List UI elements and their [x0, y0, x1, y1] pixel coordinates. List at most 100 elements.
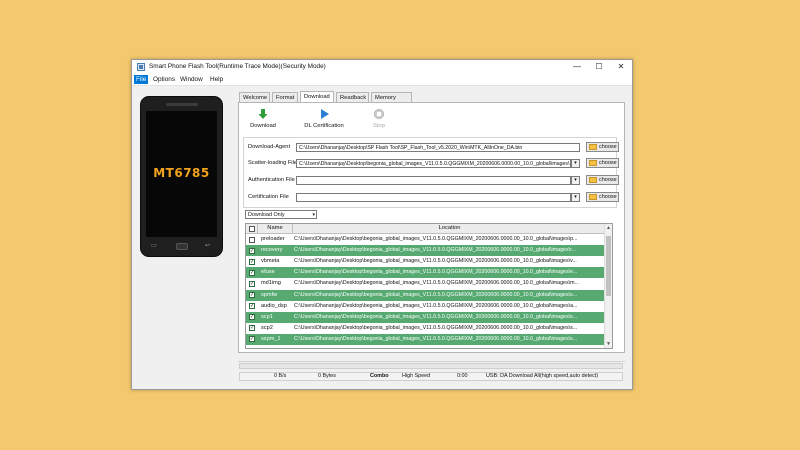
menu-window[interactable]: Window — [178, 75, 205, 84]
select-all-checkbox[interactable] — [249, 225, 255, 232]
phone-buttons: ▭ ↩ — [151, 243, 213, 250]
play-icon — [321, 109, 329, 119]
partition-name: recovery — [261, 247, 283, 254]
phone-menu-icon: ▭ — [151, 243, 157, 249]
certification-choose-button[interactable]: choose — [586, 192, 619, 202]
row-checkbox[interactable] — [249, 236, 255, 243]
certification-file-label: Certification File — [248, 194, 289, 200]
partition-location: C:\Users\Dhananjay\Desktop\begonia_globa… — [294, 236, 578, 242]
partition-location: C:\Users\Dhananjay\Desktop\begonia_globa… — [294, 313, 578, 320]
tab-download[interactable]: Download — [300, 91, 334, 102]
partition-location: C:\Users\Dhananjay\Desktop\begonia_globa… — [294, 324, 578, 331]
scrollbar-thumb[interactable] — [606, 236, 611, 296]
scatter-choose-button[interactable]: choose — [586, 158, 619, 168]
table-row[interactable]: ✓ spmfw C:\Users\Dhananjay\Desktop\begonia… — [246, 289, 606, 301]
scroll-up-icon[interactable]: ▲ — [605, 225, 612, 231]
phone-back-icon: ↩ — [205, 243, 211, 249]
minimize-button[interactable]: — — [566, 60, 588, 74]
close-button[interactable]: ✕ — [610, 60, 632, 74]
select-all-checkbox-header[interactable] — [246, 224, 258, 233]
row-checkbox[interactable]: ✓ — [249, 325, 255, 332]
row-checkbox[interactable]: ✓ — [249, 303, 255, 310]
tab-readback[interactable]: Readback — [336, 92, 369, 102]
row-checkbox[interactable]: ✓ — [249, 247, 255, 254]
chevron-down-icon: ▾ — [312, 212, 315, 218]
table-scrollbar[interactable]: ▲ ▼ — [604, 224, 612, 348]
tab-memory-test[interactable]: Memory Test — [371, 92, 412, 111]
scatter-file-label: Scatter-loading File — [248, 160, 297, 166]
menu-bar: File Options Window Help — [132, 74, 632, 86]
certification-file-field[interactable] — [296, 193, 571, 202]
folder-icon — [589, 176, 597, 183]
partition-name: audio_dsp — [261, 302, 287, 309]
column-name[interactable]: Name — [258, 224, 293, 233]
row-checkbox[interactable]: ✓ — [249, 280, 255, 287]
choose-label: choose — [599, 194, 617, 200]
status-time: 0:00 — [457, 373, 468, 379]
row-checkbox[interactable]: ✓ — [249, 336, 255, 343]
partition-location: C:\Users\Dhananjay\Desktop\begonia_globa… — [294, 247, 576, 254]
download-panel: Download DL Certification Stop Download-… — [238, 102, 625, 353]
row-checkbox[interactable]: ✓ — [249, 314, 255, 321]
checkmark-icon: ✓ — [250, 336, 255, 343]
table-row[interactable]: ✓ vbmeta C:\Users\Dhananjay\Desktop\begoni… — [246, 256, 606, 267]
checkmark-icon: ✓ — [250, 292, 255, 298]
row-checkbox[interactable]: ✓ — [249, 292, 255, 298]
table-row[interactable]: ✓ scp1 C:\Users\Dhananjay\Desktop\begonia_… — [246, 311, 606, 323]
download-button[interactable]: Download — [244, 107, 282, 129]
authentication-file-field[interactable] — [296, 176, 571, 185]
tab-format[interactable]: Format — [272, 92, 298, 102]
menu-file[interactable]: File — [134, 75, 149, 84]
partition-name: sspm_1 — [261, 335, 281, 342]
partition-name: vbmeta — [261, 258, 280, 265]
download-label: Download — [250, 123, 276, 129]
table-row[interactable]: ✓ efuse C:\Users\Dhananjay\Desktop\begonia… — [246, 267, 606, 279]
authentication-dropdown-arrow[interactable]: ▾ — [571, 176, 580, 185]
authentication-choose-button[interactable]: choose — [586, 175, 619, 185]
certification-dropdown-arrow[interactable]: ▾ — [571, 193, 580, 202]
folder-icon — [589, 143, 597, 150]
choose-label: choose — [599, 144, 617, 150]
file-selection-group: Download-Agent C:\Users\Dhananjay\Deskto… — [243, 137, 619, 208]
table-row[interactable]: ✓ audio_dsp C:\Users\Dhananjay\Desktop\beg… — [246, 301, 606, 312]
download-mode-value: Download Only — [248, 212, 285, 218]
status-speed: 0 B/s — [274, 373, 287, 379]
scroll-down-icon[interactable]: ▼ — [605, 341, 612, 347]
table-row[interactable]: ✓ md1img C:\Users\Dhananjay\Desktop\begoni… — [246, 278, 606, 289]
scatter-file-field[interactable]: C:\Users\Dhananjay\Desktop\begonia_globa… — [296, 159, 571, 168]
status-message: USB: DA Download All(high speed,auto det… — [486, 373, 599, 379]
table-row[interactable]: ✓ recovery C:\Users\Dhananjay\Desktop\bego… — [246, 245, 606, 257]
table-row[interactable]: ✓ sspm_1 C:\Users\Dhananjay\Desktop\begoni… — [246, 333, 606, 345]
download-agent-field[interactable]: C:\Users\Dhananjay\Desktop\SP Flash Tool… — [296, 143, 580, 152]
status-connection: Combo — [370, 373, 389, 379]
dl-certification-button[interactable]: DL Certification — [301, 107, 347, 129]
checkmark-icon: ✓ — [250, 303, 255, 310]
dl-certification-label: DL Certification — [304, 123, 344, 129]
stop-button[interactable]: Stop — [365, 107, 393, 129]
flash-tool-window: Smart Phone Flash Tool(Runtime Trace Mod… — [131, 59, 633, 390]
tab-welcome[interactable]: Welcome — [239, 92, 270, 102]
row-checkbox[interactable]: ✓ — [249, 269, 255, 276]
table-row[interactable]: ✓ scp2 C:\Users\Dhananjay\Desktop\begonia_… — [246, 323, 606, 334]
table-row[interactable]: preloader C:\Users\Dhananjay\Desktop\bego… — [246, 234, 606, 245]
partition-name: md1img — [261, 280, 281, 287]
menu-help[interactable]: Help — [208, 75, 225, 84]
menu-options[interactable]: Options — [151, 75, 177, 84]
row-checkbox[interactable]: ✓ — [249, 258, 255, 265]
column-location[interactable]: Location — [293, 224, 606, 233]
partition-location: C:\Users\Dhananjay\Desktop\begonia_globa… — [294, 335, 578, 342]
status-speed-mode: High Speed — [402, 373, 431, 379]
checkmark-icon: ✓ — [250, 258, 255, 265]
scatter-dropdown-arrow[interactable]: ▾ — [571, 159, 580, 168]
partition-name: scp1 — [261, 313, 273, 320]
folder-icon — [589, 159, 597, 166]
download-agent-choose-button[interactable]: choose — [586, 142, 619, 152]
folder-icon — [589, 193, 597, 200]
partition-location: C:\Users\Dhananjay\Desktop\begonia_globa… — [294, 280, 579, 287]
partition-name: scp2 — [261, 324, 273, 331]
checkmark-icon: ✓ — [250, 314, 255, 321]
table-header: Name Location — [246, 224, 606, 234]
maximize-button[interactable]: ☐ — [588, 60, 610, 74]
download-mode-select[interactable]: Download Only ▾ — [245, 210, 317, 219]
app-icon — [137, 63, 145, 71]
